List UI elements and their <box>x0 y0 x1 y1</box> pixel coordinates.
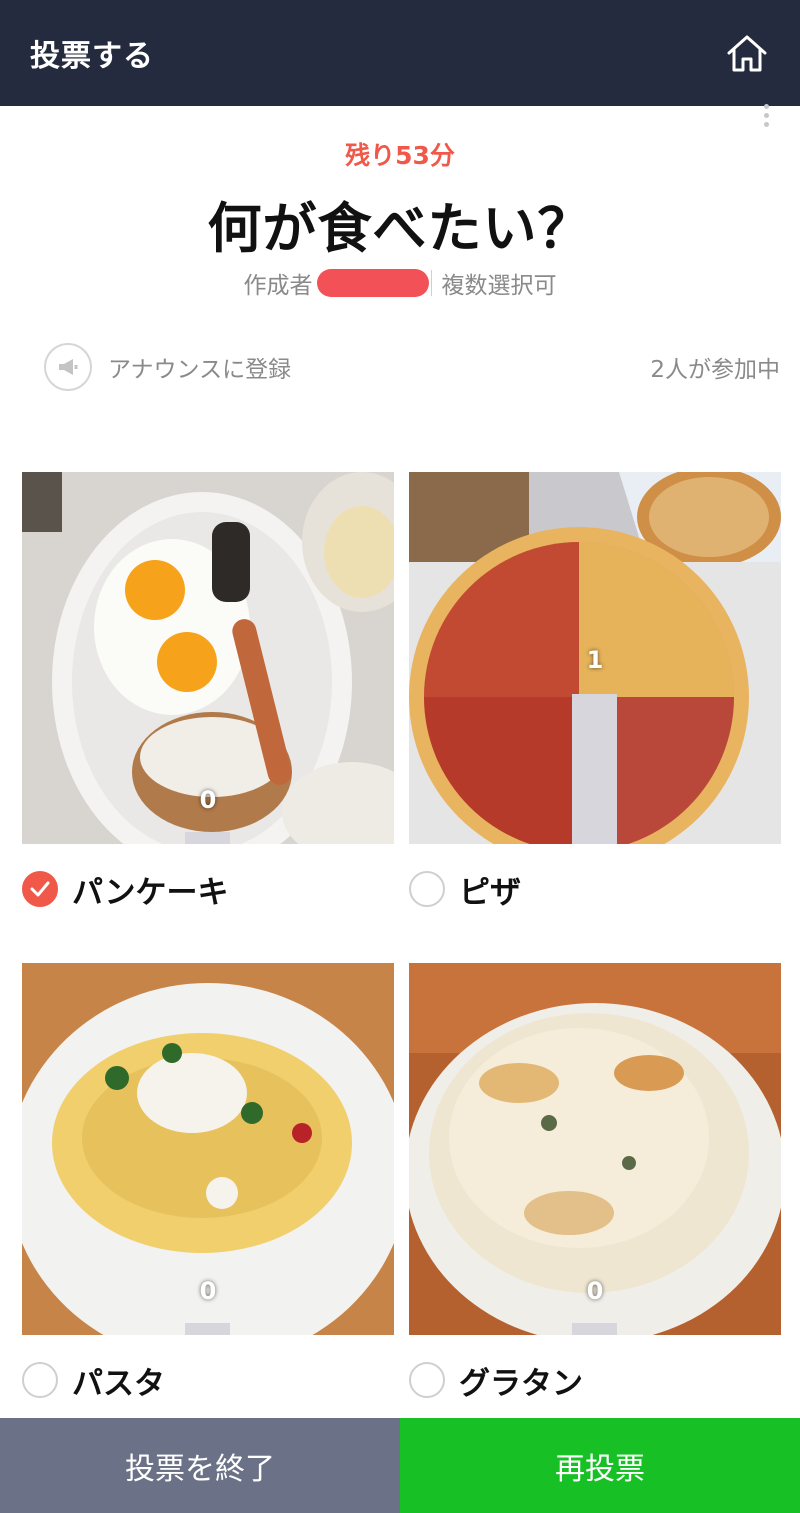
end-poll-button[interactable]: 投票を終了 <box>0 1418 400 1513</box>
radio-icon[interactable] <box>409 871 445 907</box>
option-select-pancake[interactable]: パンケーキ <box>22 844 394 934</box>
option-label: パンケーキ <box>72 874 229 911</box>
poll-option-pasta: 0 パスタ <box>22 963 394 1425</box>
pasta-photo[interactable]: 0 <box>22 963 394 1335</box>
option-label: グラタン <box>459 1365 583 1402</box>
home-icon <box>727 35 767 72</box>
poll-option-pancake: 0 パンケーキ <box>22 472 394 934</box>
meta-divider <box>430 270 432 296</box>
megaphone-icon <box>44 343 92 391</box>
app-header: 投票する <box>0 0 800 106</box>
gratin-photo[interactable]: 0 <box>409 963 781 1335</box>
announce-button[interactable]: アナウンスに登録 <box>44 343 291 391</box>
radio-icon[interactable] <box>409 1362 445 1398</box>
poll-option-gratin: 0 グラタン <box>409 963 781 1425</box>
multi-select-label: 複数選択可 <box>441 273 557 299</box>
header-title: 投票する <box>30 39 154 74</box>
radio-icon[interactable] <box>22 1362 58 1398</box>
time-remaining: 残り53分 <box>345 141 455 170</box>
poll-meta: 作成者 複数選択可 <box>0 266 800 300</box>
footer-actions: 投票を終了 再投票 <box>0 1418 800 1513</box>
announce-row: アナウンスに登録 2人が参加中 <box>44 340 780 394</box>
home-button[interactable] <box>722 28 772 78</box>
poll-creator: 作成者 <box>244 266 429 300</box>
creator-label: 作成者 <box>243 273 313 299</box>
option-select-pizza[interactable]: ピザ <box>409 844 781 934</box>
participant-count: 2人が参加中 <box>650 357 780 383</box>
option-select-pasta[interactable]: パスタ <box>22 1335 394 1425</box>
checked-radio-icon[interactable] <box>22 871 58 907</box>
option-select-gratin[interactable]: グラタン <box>409 1335 781 1425</box>
more-menu-icon[interactable] <box>762 104 770 127</box>
poll-option-pizza: 1 ピザ <box>409 472 781 934</box>
option-label: パスタ <box>72 1365 165 1402</box>
pizza-photo[interactable]: 1 <box>409 472 781 844</box>
announce-label: アナウンスに登録 <box>108 357 292 383</box>
option-label: ピザ <box>459 874 521 911</box>
pancake-photo[interactable]: 0 <box>22 472 394 844</box>
poll-title: 何が食べたい？ <box>207 197 593 260</box>
redacted-creator-name <box>316 269 429 297</box>
revote-button[interactable]: 再投票 <box>400 1418 800 1513</box>
